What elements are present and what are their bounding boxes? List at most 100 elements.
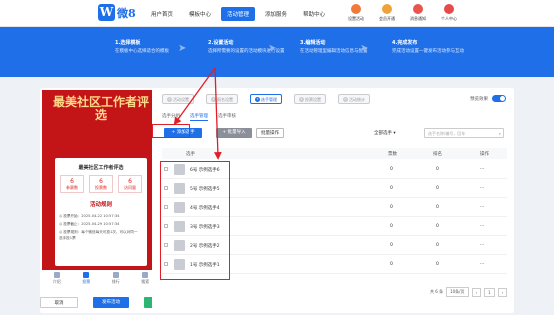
table-row[interactable]: 2号 示例选手2 0 0 ···: [162, 236, 507, 255]
toolbar: + 添加选手 + 批量导入 批量操作 全部选手 ▾ 选手名称/编号，回车 ⌕: [162, 128, 512, 140]
table-row[interactable]: 4号 示例选手4 0 0 ···: [162, 198, 507, 217]
rule-desc: ◎ 投票规则：每个微信每天可投1次，可以对同一: [59, 230, 138, 234]
rule-start: ◎ 投票开始：2025-04-22 10:57:34: [59, 214, 120, 218]
logo-mark: W: [98, 4, 115, 21]
bell-icon: [413, 4, 423, 14]
pagination: 共 6 条 10条/页 ‹ 1 ›: [430, 287, 508, 297]
poster: 最美社区工作者评选 最美社区工作者评选 6 参赛数 6 投票数 6 访问量 活动规则 …: [42, 90, 160, 270]
table-row[interactable]: 5号 示例选手5 0 0 ···: [162, 179, 507, 198]
tab-rank[interactable]: 排行: [112, 272, 120, 288]
step-arrow-icon: ➤: [268, 43, 277, 54]
tab-intro[interactable]: 介绍: [53, 272, 61, 288]
row-more-button[interactable]: ···: [480, 224, 484, 229]
stat-votes: 6 投票数: [89, 175, 113, 193]
tab-contestant-management[interactable]: 3 选手管理: [250, 94, 282, 104]
row-checkbox[interactable]: [164, 243, 168, 247]
contestant-panel: 1 活动设置 2 报名设置 3 选手管理 4 投票设置 5 活动统计 预览效果 选手分组 …: [152, 88, 514, 313]
nav-membership[interactable]: 会员开通: [377, 4, 397, 22]
rule-desc-2: 选手投1票: [59, 236, 76, 240]
rank-icon: [112, 272, 119, 278]
step-arrow-icon: ➤: [360, 43, 369, 54]
row-more-button[interactable]: ···: [480, 205, 484, 210]
process-steps: 1.选择模板 在模板中心选择适合的模板 ➤ 2.设置活动 选择所需要的设置的活动模块…: [0, 27, 554, 77]
step-4: 4.完成发布 完成活动设置一键发布活动参与互动: [392, 40, 464, 54]
top-bar: W 微8 用户首页 模板中心 活动管理 添加服务 帮助中心 设置活动 会员开通 …: [0, 0, 554, 27]
subtab-groups[interactable]: 选手分组: [162, 113, 180, 121]
row-checkbox[interactable]: [164, 167, 168, 171]
nav-activity[interactable]: 活动管理: [221, 6, 256, 21]
rules-title: 活动规则: [89, 202, 112, 208]
row-checkbox[interactable]: [164, 262, 168, 266]
nav-home[interactable]: 用户首页: [145, 7, 179, 21]
row-more-button[interactable]: ···: [480, 186, 484, 191]
add-contestant-button[interactable]: + 添加选手: [164, 128, 202, 138]
cancel-button[interactable]: 取消: [40, 297, 78, 308]
rule-end: ◎ 投票截止：2025-04-29 10:57:34: [59, 222, 120, 226]
avatar: [174, 221, 185, 232]
avatar: [174, 183, 185, 194]
avatar: [174, 164, 185, 175]
next-page-button[interactable]: ›: [497, 287, 508, 297]
nav-create-activity[interactable]: 设置活动: [346, 4, 366, 22]
user-icon: [444, 4, 454, 14]
right-nav: 设置活动 会员开通 消息通知 个人中心: [346, 4, 459, 22]
row-checkbox[interactable]: [164, 224, 168, 228]
prev-page-button[interactable]: ‹: [471, 287, 482, 297]
table-header: 选手 票数 排名 操作: [162, 148, 507, 159]
logo[interactable]: W 微8: [98, 4, 136, 21]
nav-help[interactable]: 帮助中心: [297, 7, 331, 21]
avatar: [174, 259, 185, 270]
row-more-button[interactable]: ···: [480, 167, 484, 172]
table-row[interactable]: 6号 示例选手6 0 0 ···: [162, 160, 507, 179]
sub-tabs: 选手分组 选手管理 选手审核: [162, 113, 236, 121]
import-button[interactable]: + 批量导入: [216, 128, 252, 138]
row-checkbox[interactable]: [164, 186, 168, 190]
publish-button[interactable]: 发布活动: [93, 297, 129, 308]
tab-activity-stats[interactable]: 5 活动统计: [338, 94, 370, 104]
subtab-review[interactable]: 选手审核: [218, 113, 236, 121]
table-row[interactable]: 1号 示例选手1 0 0 ···: [162, 255, 507, 274]
search-icon: [142, 272, 149, 278]
row-more-button[interactable]: ···: [480, 243, 484, 248]
logo-text: 微8: [117, 6, 136, 20]
preview-toggle[interactable]: [492, 95, 506, 102]
main-nav: 用户首页 模板中心 活动管理 添加服务 帮助中心: [145, 0, 331, 27]
activity-name: 最美社区工作者评选: [78, 165, 124, 171]
search-input[interactable]: 选手名称/编号，回车 ⌕: [424, 128, 504, 138]
step-arrow-icon: ➤: [178, 43, 187, 54]
mobile-tabbar: 介绍 投票 排行 搜索: [42, 272, 160, 288]
vote-icon: [83, 272, 90, 278]
tab-signup-settings[interactable]: 2 报名设置: [206, 94, 238, 104]
tab-search[interactable]: 搜索: [141, 272, 149, 288]
page-number[interactable]: 1: [484, 287, 495, 297]
mobile-preview: 最美社区工作者评选 最美社区工作者评选 6 参赛数 6 投票数 6 访问量 活动规则 …: [40, 88, 162, 313]
page-size-select[interactable]: 10条/页: [446, 287, 469, 297]
batch-action-button[interactable]: 批量操作: [256, 128, 284, 138]
nav-profile[interactable]: 个人中心: [439, 4, 459, 22]
tab-vote[interactable]: 投票: [82, 272, 90, 288]
stat-entries: 6 参赛数: [60, 175, 84, 193]
info-icon: [53, 272, 60, 278]
total-count: 共 6 条: [430, 289, 444, 294]
crown-icon: [382, 4, 392, 14]
nav-messages[interactable]: 消息通知: [408, 4, 428, 22]
settings-stepper: 1 活动设置 2 报名设置 3 选手管理 4 投票设置 5 活动统计: [162, 94, 370, 104]
preview-toggle-group: 预览效果: [470, 95, 506, 102]
filter-select[interactable]: 全部选手 ▾: [374, 130, 396, 136]
table-row[interactable]: 3号 示例选手3 0 0 ···: [162, 217, 507, 236]
nav-templates[interactable]: 模板中心: [183, 7, 217, 21]
preview-label: 预览效果: [470, 96, 488, 102]
row-more-button[interactable]: ···: [480, 262, 484, 267]
stat-visits: 6 访问量: [118, 175, 142, 193]
tab-vote-settings[interactable]: 4 投票设置: [294, 94, 326, 104]
subtab-management[interactable]: 选手管理: [190, 113, 208, 121]
avatar: [174, 240, 185, 251]
tab-activity-settings[interactable]: 1 活动设置: [162, 94, 194, 104]
info-card: 最美社区工作者评选 6 参赛数 6 投票数 6 访问量 活动规则 ◎ 投票开始：202…: [55, 158, 147, 266]
row-checkbox[interactable]: [164, 205, 168, 209]
search-icon[interactable]: ⌕: [499, 129, 501, 138]
activity-icon: [351, 4, 361, 14]
avatar: [174, 202, 185, 213]
poster-title: 最美社区工作者评选: [52, 95, 149, 122]
nav-services[interactable]: 添加服务: [259, 7, 293, 21]
